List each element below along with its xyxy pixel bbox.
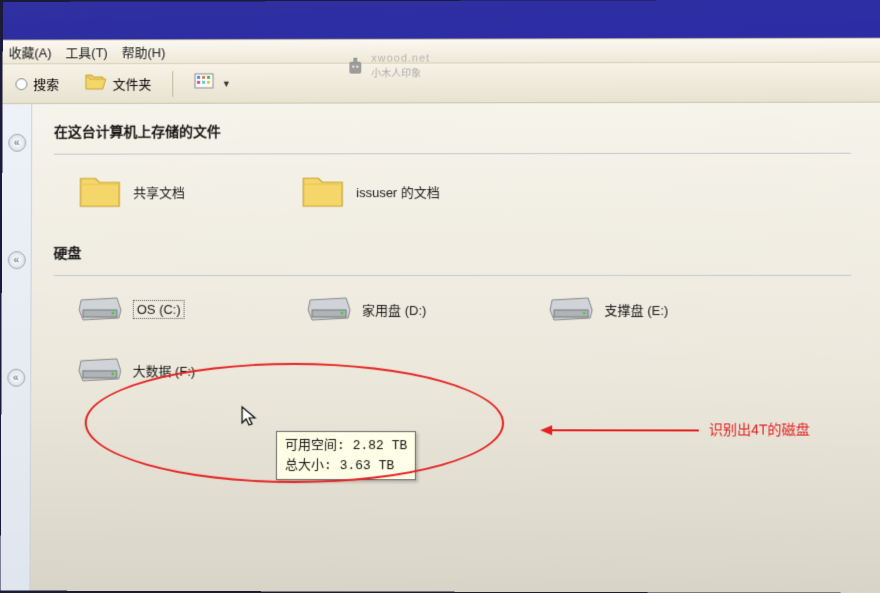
drive-f[interactable]: 大数据 (F:) — [71, 351, 201, 390]
hard-drive-icon — [77, 353, 123, 388]
folder-label: issuser 的文档 — [356, 182, 440, 201]
drive-label: 大数据 (F:) — [133, 361, 196, 380]
views-icon — [194, 73, 216, 94]
cursor-icon — [240, 405, 260, 429]
section-drives: 硬盘 — [53, 243, 871, 263]
menu-tools[interactable]: 工具(T) — [65, 42, 107, 61]
section-files-stored: 在这台计算机上存储的文件 — [54, 121, 871, 142]
hard-drive-icon — [306, 292, 352, 327]
menu-favorites[interactable]: 收藏(A) — [9, 42, 52, 61]
hard-drive-icon — [548, 292, 594, 327]
search-label: 搜索 — [33, 74, 59, 93]
toolbar: 搜索 文件夹 — [3, 63, 880, 104]
collapse-chevron-icon[interactable]: « — [8, 134, 26, 152]
folder-icon — [77, 171, 123, 214]
drive-tooltip: 可用空间: 2.82 TB 总大小: 3.63 TB — [276, 431, 416, 480]
folder-shared-docs[interactable]: 共享文档 — [72, 168, 191, 215]
menu-help[interactable]: 帮助(H) — [122, 42, 166, 61]
drive-label: 支撑盘 (E:) — [605, 300, 669, 319]
drive-e[interactable]: 支撑盘 (E:) — [542, 290, 674, 329]
folder-open-icon — [85, 72, 107, 95]
folder-icon — [300, 170, 346, 213]
drive-label: OS (C:) — [133, 300, 185, 319]
drive-label: 家用盘 (D:) — [362, 300, 426, 319]
hard-drive-icon — [77, 292, 123, 327]
drive-d[interactable]: 家用盘 (D:) — [300, 290, 432, 329]
views-button[interactable]: ▼ — [185, 68, 240, 99]
toolbar-separator — [172, 71, 173, 97]
collapse-chevron-icon[interactable]: « — [7, 251, 25, 269]
menu-bar: 收藏(A) 工具(T) 帮助(H) — [3, 39, 880, 65]
annotation-arrow — [538, 422, 699, 438]
task-sidebar: « « « — [1, 104, 33, 591]
explorer-window: 收藏(A) 工具(T) 帮助(H) 搜索 文件夹 — [1, 38, 880, 593]
folder-label: 共享文档 — [133, 182, 185, 201]
drive-c[interactable]: OS (C:) — [71, 290, 191, 329]
annotation-text: 识别出4T的磁盘 — [709, 419, 810, 439]
collapse-chevron-icon[interactable]: « — [7, 369, 25, 387]
search-button[interactable]: 搜索 — [7, 69, 69, 98]
folders-label: 文件夹 — [113, 74, 152, 93]
folder-user-docs[interactable]: issuser 的文档 — [294, 168, 445, 215]
chevron-down-icon: ▼ — [222, 78, 231, 88]
main-pane: 在这台计算机上存储的文件 共享文档 — [30, 103, 880, 593]
radio-icon — [15, 78, 27, 90]
folders-button[interactable]: 文件夹 — [76, 67, 160, 100]
